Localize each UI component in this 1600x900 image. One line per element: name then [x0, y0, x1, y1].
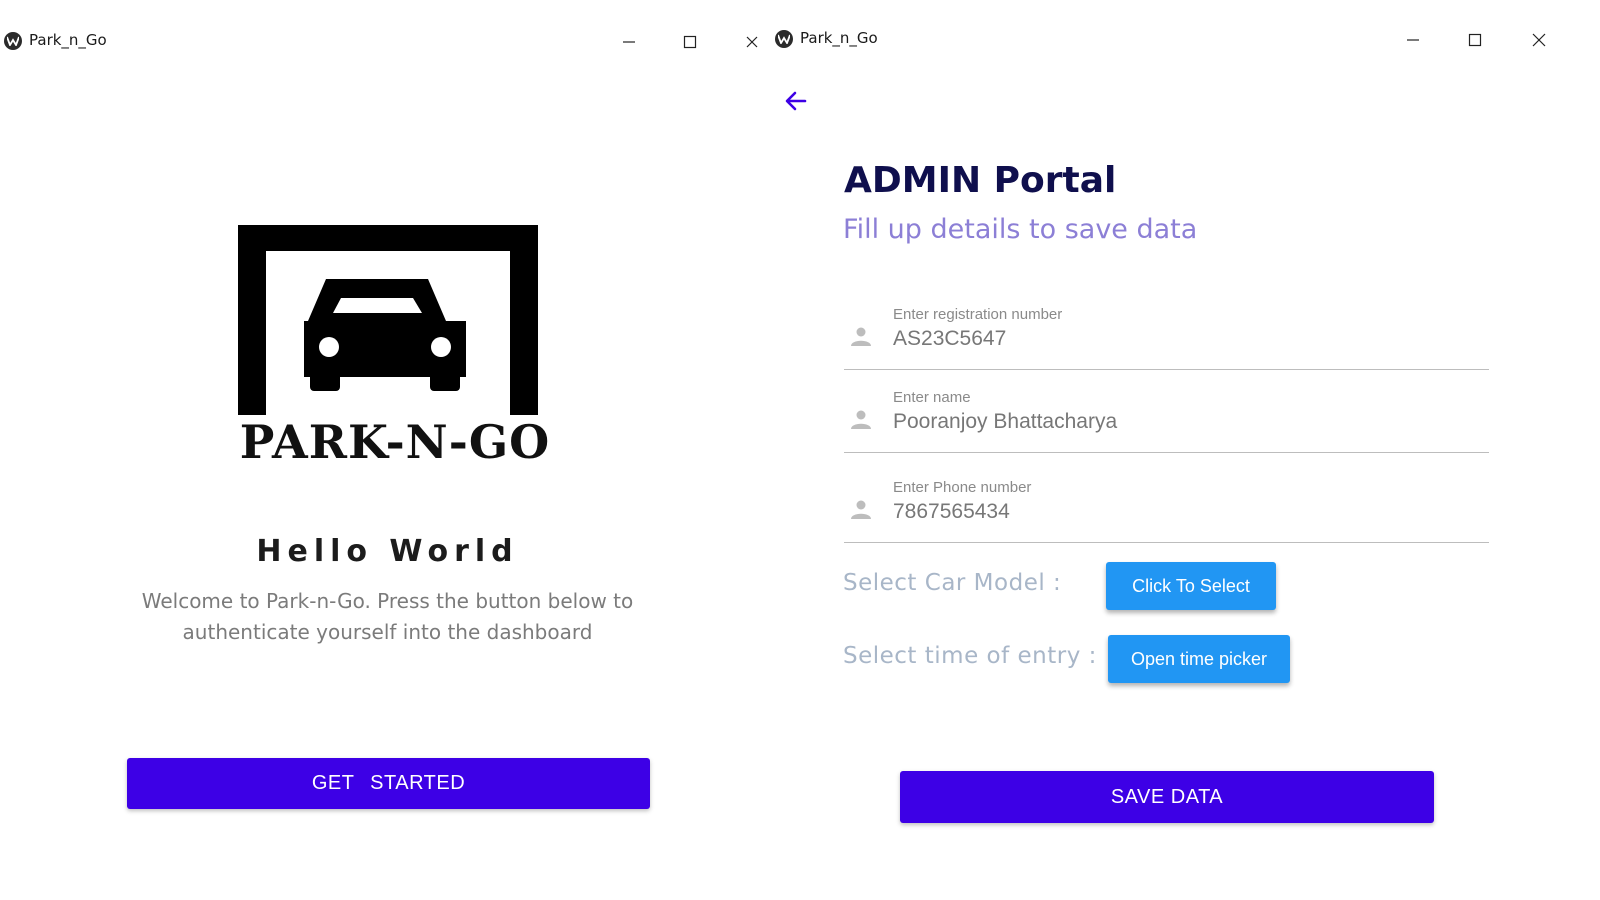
- close-icon[interactable]: [1525, 26, 1553, 54]
- page-subtitle: Fill up details to save data: [843, 214, 1198, 245]
- name-label: Enter name: [893, 389, 971, 406]
- admin-window: Park_n_Go ADMIN Portal Fill up details t…: [775, 0, 1600, 900]
- person-icon: [849, 407, 873, 435]
- welcome-text: Welcome to Park-n-Go. Press the button b…: [141, 589, 634, 644]
- window-title: Park_n_Go: [800, 29, 878, 47]
- open-time-picker-button[interactable]: Open time picker: [1108, 635, 1290, 683]
- person-icon: [849, 324, 873, 352]
- title-bar[interactable]: Park_n_Go: [775, 0, 1600, 80]
- get-started-button[interactable]: GET STARTED: [127, 758, 650, 809]
- minimize-icon[interactable]: [1399, 26, 1427, 54]
- title-bar[interactable]: Park_n_Go: [0, 0, 775, 80]
- entry-time-label: Select time of entry :: [843, 643, 1097, 669]
- app-logo-icon: [775, 30, 793, 48]
- phone-label: Enter Phone number: [893, 479, 1032, 496]
- car-model-label: Select Car Model :: [843, 570, 1062, 596]
- logo-text: PARK-N-GO: [239, 415, 551, 469]
- registration-label: Enter registration number: [893, 306, 1063, 323]
- select-car-model-button[interactable]: Click To Select: [1106, 562, 1276, 610]
- phone-field[interactable]: Enter Phone number 7867565434: [844, 467, 1489, 543]
- arrow-back-icon[interactable]: [783, 88, 809, 118]
- page-title: ADMIN Portal: [844, 160, 1117, 201]
- registration-field[interactable]: Enter registration number AS23C5647: [844, 294, 1489, 370]
- maximize-icon[interactable]: [676, 28, 704, 56]
- window-title: Park_n_Go: [29, 31, 107, 49]
- welcome-window: Park_n_Go PARK-N-GO Hello World Welcome …: [0, 0, 775, 900]
- name-field[interactable]: Enter name Pooranjoy Bhattacharya: [844, 377, 1489, 453]
- app-logo-icon: [4, 32, 22, 50]
- maximize-icon[interactable]: [1461, 26, 1489, 54]
- minimize-icon[interactable]: [615, 28, 643, 56]
- name-input[interactable]: Pooranjoy Bhattacharya: [893, 410, 1117, 434]
- person-icon: [849, 497, 873, 525]
- registration-input[interactable]: AS23C5647: [893, 327, 1006, 351]
- close-icon[interactable]: [738, 28, 766, 56]
- save-data-button[interactable]: SAVE DATA: [900, 771, 1434, 823]
- hello-heading: Hello World: [256, 534, 519, 569]
- phone-input[interactable]: 7867565434: [893, 500, 1010, 524]
- garage-car-icon: [238, 225, 538, 424]
